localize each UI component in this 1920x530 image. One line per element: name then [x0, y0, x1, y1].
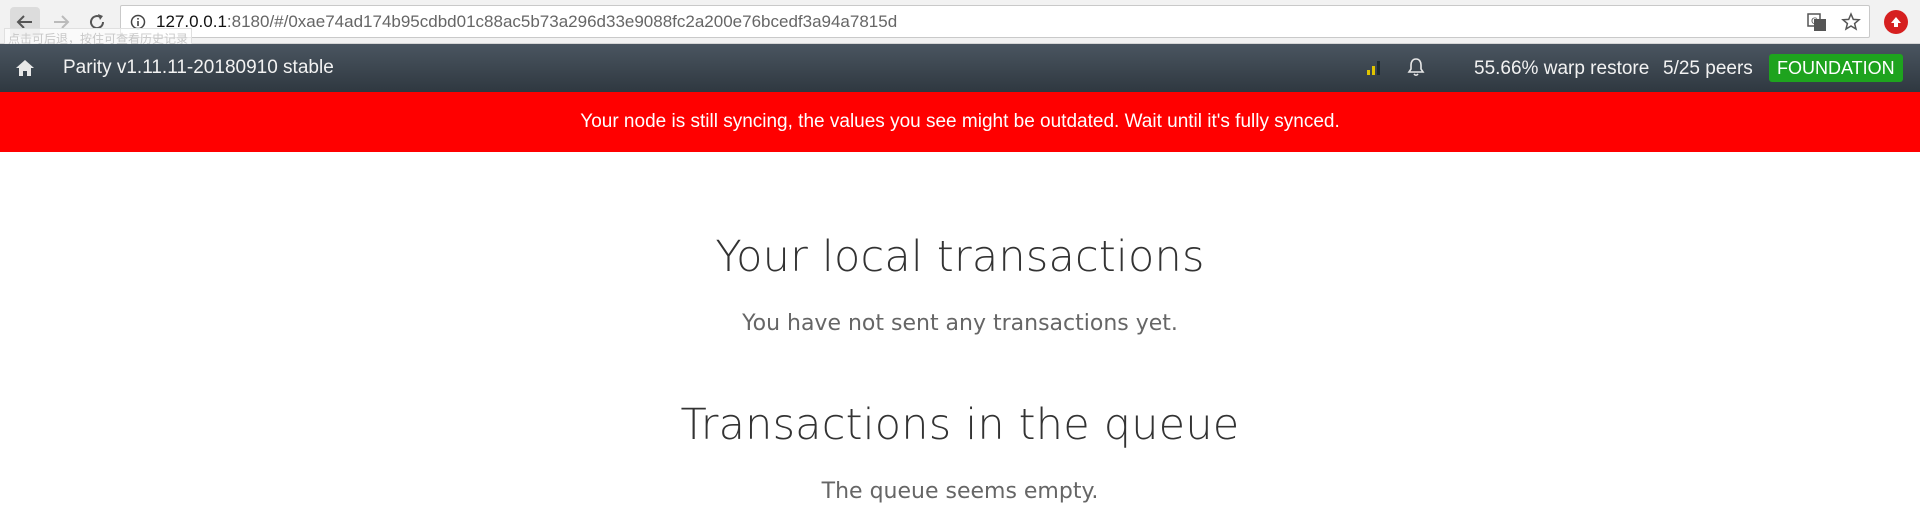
parity-navbar: Parity v1.11.11-20180910 stable 55.66% w…	[0, 44, 1920, 92]
chain-badge: FOUNDATION	[1769, 54, 1903, 82]
address-bar[interactable]: 127.0.0.1:8180/#/0xae74ad174b95cdbd01c88…	[120, 5, 1870, 38]
peer-count: 5/25 peers	[1663, 58, 1753, 79]
signal-icon	[1367, 61, 1380, 75]
sync-warning-banner: Your node is still syncing, the values y…	[0, 92, 1920, 152]
url-text[interactable]: 127.0.0.1:8180/#/0xae74ad174b95cdbd01c88…	[156, 12, 897, 32]
url-path: :8180/#/0xae74ad174b95cdbd01c88ac5b73a29…	[226, 11, 898, 31]
browser-toolbar: 127.0.0.1:8180/#/0xae74ad174b95cdbd01c88…	[0, 0, 1920, 49]
local-transactions-heading: Your local transactions	[715, 232, 1205, 282]
queue-empty-text: The queue seems empty.	[821, 479, 1099, 504]
home-icon[interactable]	[14, 57, 36, 79]
translate-icon[interactable]: G	[1807, 12, 1827, 32]
svg-text:G: G	[1811, 17, 1818, 27]
bell-icon[interactable]	[1405, 56, 1427, 78]
app-title: Parity v1.11.11-20180910 stable	[63, 57, 334, 78]
queue-heading: Transactions in the queue	[680, 400, 1240, 450]
sync-warning-text: Your node is still syncing, the values y…	[580, 111, 1340, 132]
local-transactions-empty-text: You have not sent any transactions yet.	[742, 311, 1178, 336]
extension-icon[interactable]	[1884, 10, 1908, 34]
extension-arrow-icon	[1891, 17, 1901, 27]
star-icon[interactable]	[1841, 12, 1861, 32]
sync-status: 55.66% warp restore	[1474, 58, 1650, 79]
